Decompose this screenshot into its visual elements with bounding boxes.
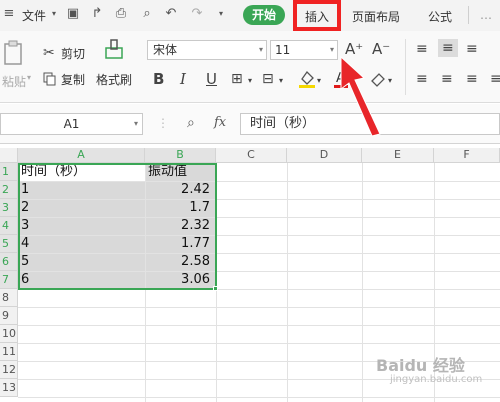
- tab-formulas[interactable]: 公式: [428, 8, 452, 25]
- save-icon[interactable]: ▣: [66, 7, 80, 21]
- grid-line: [18, 397, 500, 398]
- print-icon[interactable]: ⎙: [114, 7, 128, 21]
- row-header[interactable]: 6: [0, 253, 18, 271]
- row-header[interactable]: 7: [0, 271, 18, 289]
- row-header[interactable]: 2: [0, 181, 18, 199]
- menu-hamburger-icon[interactable]: ≡: [2, 7, 16, 21]
- fill-color-dropdown-icon[interactable]: ▾: [317, 73, 321, 89]
- ribbon: 粘贴 ▾ ✂ 剪切 复制 格式刷 宋体 ▾ 11 ▾ A⁺ A⁻ B I U ⊞…: [0, 31, 500, 103]
- align-bottom-icon[interactable]: ≡: [466, 41, 478, 57]
- print-preview-icon[interactable]: ⌕: [140, 7, 154, 21]
- copy-icon[interactable]: [43, 72, 57, 86]
- name-box-dropdown-icon[interactable]: ▾: [134, 114, 138, 134]
- decrease-font-icon[interactable]: A⁻: [372, 41, 390, 57]
- row-header[interactable]: 13: [0, 379, 18, 397]
- grid-line: [362, 163, 363, 402]
- cell-reference: A1: [63, 117, 80, 131]
- format-painter-icon[interactable]: [103, 38, 125, 62]
- paste-icon[interactable]: [2, 40, 24, 66]
- font-size-dropdown-icon[interactable]: ▾: [330, 41, 334, 59]
- fill-color-icon[interactable]: [298, 69, 316, 89]
- align-center-icon[interactable]: ≡: [441, 71, 453, 87]
- export-icon[interactable]: ↱: [90, 7, 104, 21]
- baidu-watermark: Baidu 经验: [376, 356, 465, 375]
- copy-label[interactable]: 复制: [61, 71, 85, 88]
- redo-icon[interactable]: ↷: [190, 7, 204, 21]
- clear-format-dropdown-icon[interactable]: ▾: [388, 73, 392, 89]
- font-name-dropdown-icon[interactable]: ▾: [259, 41, 263, 59]
- row-header[interactable]: 1: [0, 163, 18, 181]
- increase-font-icon[interactable]: A⁺: [345, 41, 363, 57]
- tab-divider: [468, 6, 469, 24]
- paste-label[interactable]: 粘贴: [2, 73, 26, 90]
- grid-line: [18, 343, 500, 344]
- row-header[interactable]: 5: [0, 235, 18, 253]
- merge-dropdown-icon[interactable]: ▾: [279, 73, 283, 89]
- scissors-icon[interactable]: ✂: [43, 45, 55, 61]
- grid-line: [18, 325, 500, 326]
- menu-bar: ≡ 文件 ▾ ▣ ↱ ⎙ ⌕ ↶ ↷ ▾ 开始 插入 页面布局 公式 …: [0, 0, 500, 31]
- font-size-select[interactable]: 11 ▾: [270, 40, 338, 60]
- bold-button[interactable]: B: [153, 71, 164, 87]
- file-menu[interactable]: 文件: [22, 7, 46, 24]
- row-header[interactable]: 4: [0, 217, 18, 235]
- column-header-d[interactable]: D: [287, 148, 362, 163]
- fill-handle[interactable]: [213, 286, 218, 291]
- row-header[interactable]: 9: [0, 307, 18, 325]
- resize-handle-icon[interactable]: ⋮: [157, 116, 169, 130]
- baidu-watermark-url: jingyan.baidu.com: [390, 374, 483, 385]
- tab-page-layout[interactable]: 页面布局: [352, 8, 400, 25]
- formula-value: 时间（秒）: [250, 116, 316, 131]
- align-justify-icon[interactable]: ≡: [490, 71, 500, 87]
- red-arrow-annotation: [340, 56, 381, 137]
- grid-line: [18, 307, 500, 308]
- font-name-select[interactable]: 宋体 ▾: [147, 40, 267, 60]
- align-right-icon[interactable]: ≡: [466, 71, 478, 87]
- row-header[interactable]: 8: [0, 289, 18, 307]
- zoom-search-icon[interactable]: ⌕: [187, 115, 195, 131]
- undo-icon[interactable]: ↶: [164, 7, 178, 21]
- align-middle-icon[interactable]: ≡: [438, 39, 458, 57]
- cut-label[interactable]: 剪切: [61, 45, 85, 62]
- column-header-b[interactable]: B: [145, 148, 216, 163]
- font-size-value: 11: [275, 43, 291, 57]
- file-dropdown-icon[interactable]: ▾: [47, 7, 61, 21]
- tab-start[interactable]: 开始: [243, 5, 285, 25]
- border-dropdown-icon[interactable]: ▾: [248, 73, 252, 89]
- grid-line: [287, 163, 288, 402]
- ribbon-divider: [405, 39, 406, 95]
- italic-button[interactable]: I: [180, 71, 186, 87]
- selection-range-border: [18, 163, 217, 290]
- formula-bar: A1 ▾ ⋮ ⌕ fx 时间（秒）: [0, 104, 500, 144]
- align-top-icon[interactable]: ≡: [416, 41, 428, 57]
- select-all-corner[interactable]: [0, 148, 18, 163]
- insert-tab-highlight: [293, 0, 341, 31]
- align-left-icon[interactable]: ≡: [416, 71, 428, 87]
- border-icon[interactable]: ⊞: [231, 71, 243, 87]
- row-header[interactable]: 3: [0, 199, 18, 217]
- fx-icon[interactable]: fx: [214, 115, 226, 130]
- format-painter-label[interactable]: 格式刷: [96, 71, 132, 88]
- merge-cells-icon[interactable]: ⊟: [262, 71, 274, 87]
- row-header[interactable]: 12: [0, 361, 18, 379]
- name-box[interactable]: A1 ▾: [0, 113, 143, 135]
- underline-button[interactable]: U: [206, 71, 217, 87]
- tab-more[interactable]: …: [480, 8, 492, 22]
- column-header-e[interactable]: E: [362, 148, 434, 163]
- customize-dropdown-icon[interactable]: ▾: [214, 7, 228, 21]
- row-header[interactable]: 11: [0, 343, 18, 361]
- row-header[interactable]: 10: [0, 325, 18, 343]
- column-header-c[interactable]: C: [216, 148, 287, 163]
- font-name-value: 宋体: [153, 43, 178, 57]
- column-header-a[interactable]: A: [18, 148, 145, 163]
- column-header-f[interactable]: F: [434, 148, 500, 163]
- paste-dropdown-icon[interactable]: ▾: [27, 73, 31, 82]
